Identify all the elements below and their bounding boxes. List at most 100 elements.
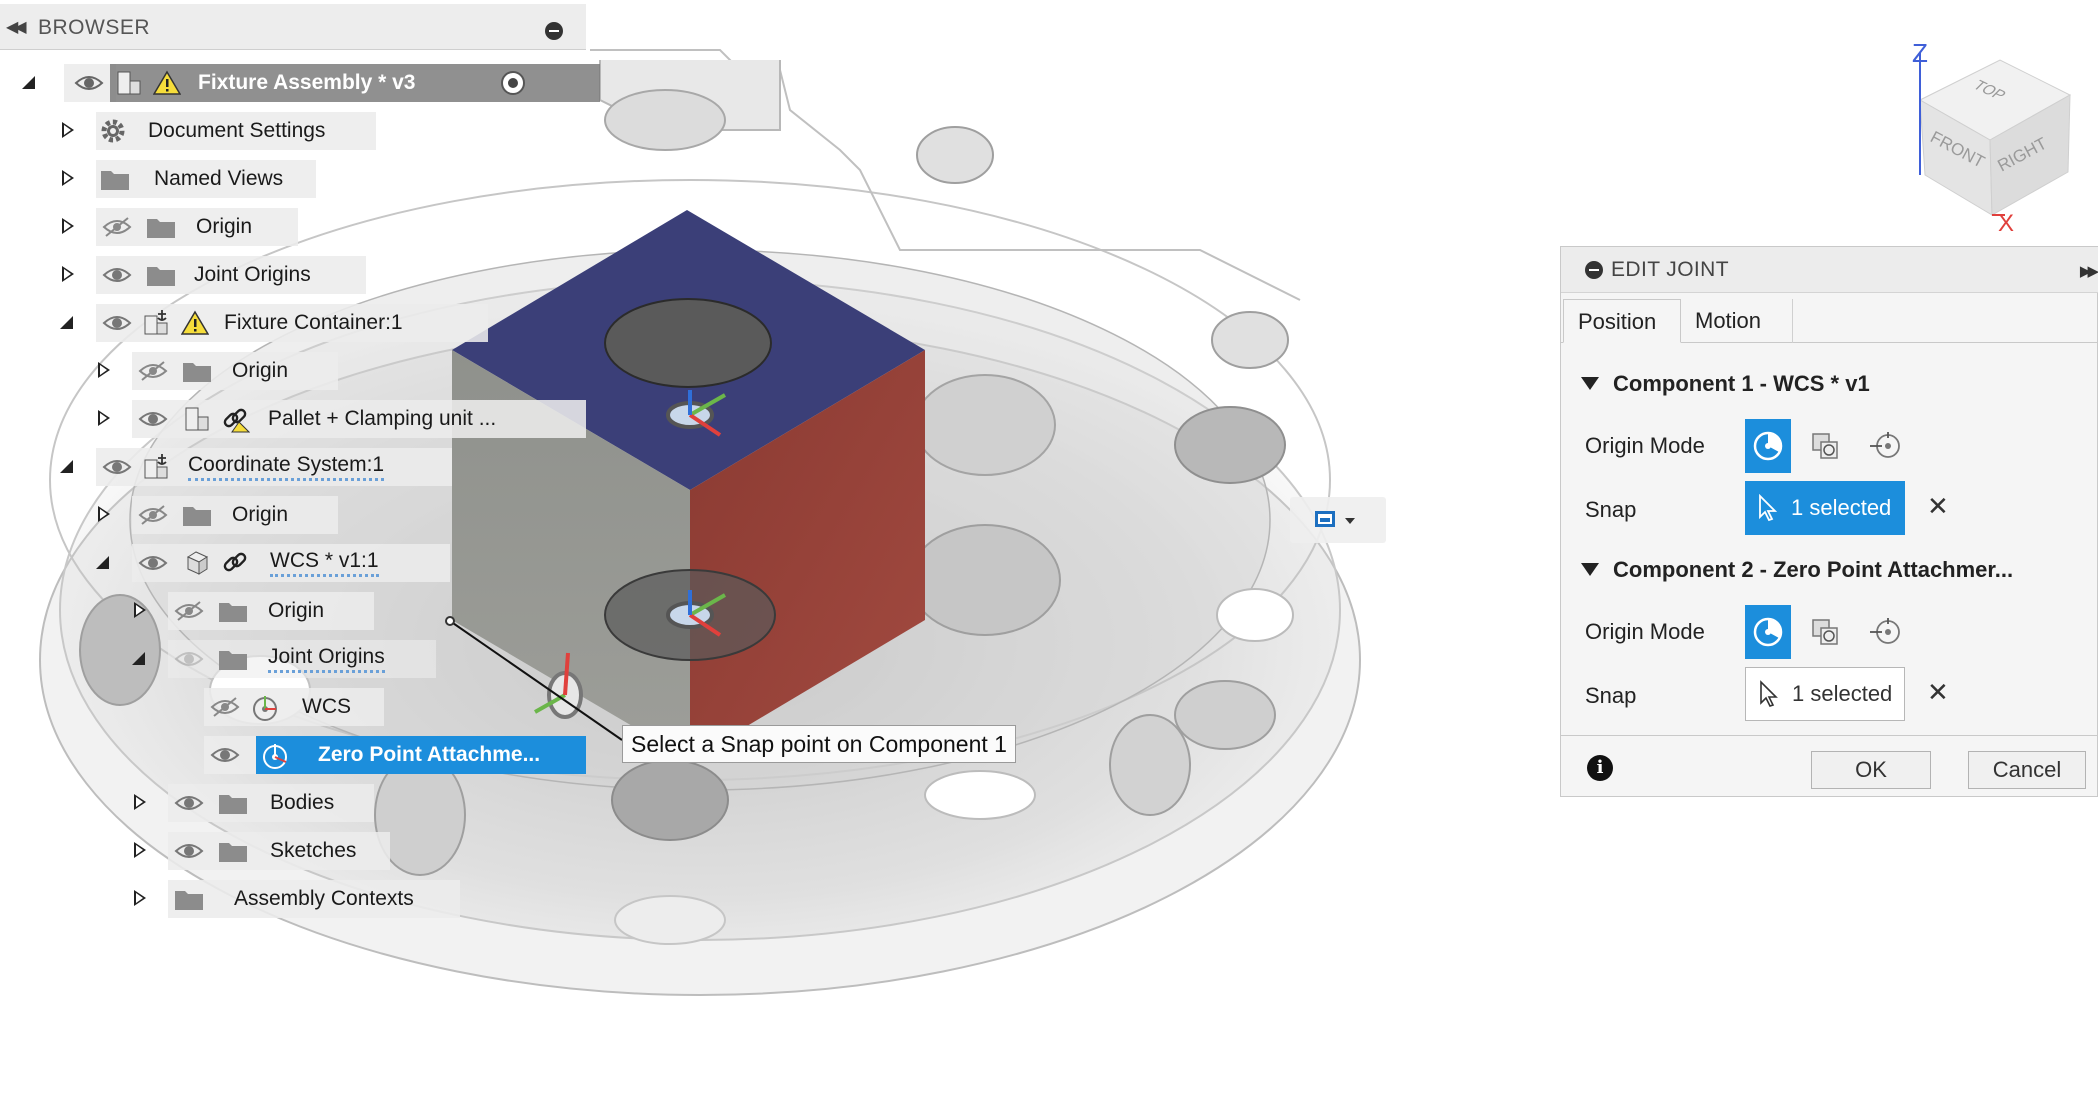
expand-toggle[interactable] (98, 506, 116, 524)
axis-x-label: X (1998, 210, 2015, 237)
tree-node-label-chip[interactable]: Document Settings (96, 112, 376, 150)
origin-mode-between-two-faces-button[interactable] (1804, 605, 1850, 659)
component2-section-header[interactable]: Component 2 - Zero Point Attachmer... (1581, 557, 2013, 583)
tree-node-label: Fixture Container:1 (224, 311, 403, 334)
expand-toggle[interactable] (134, 842, 152, 860)
component2-snap-selection[interactable]: 1 selected (1745, 667, 1905, 721)
edit-joint-dialog: EDIT JOINT ▶▶ Position Motion Component … (1560, 246, 2098, 797)
tree-node-label: Bodies (270, 791, 335, 814)
expand-toggle[interactable] (134, 794, 152, 812)
info-icon[interactable]: i (1587, 755, 1613, 781)
origin-mode-two-edge-button[interactable] (1863, 605, 1909, 659)
display-mode-toggle[interactable] (1290, 497, 1386, 543)
tree-node-label: Joint Origins (268, 645, 385, 673)
expand-toggle[interactable] (134, 602, 152, 620)
warning-icon (152, 68, 182, 98)
tree-node-label-chip[interactable]: Bodies (168, 784, 374, 822)
axis-z-label: Z (1912, 38, 1928, 68)
tree-node-label: Origin (232, 359, 289, 382)
expand-toggle[interactable] (96, 556, 114, 574)
tree-node-label-chip[interactable]: Joint Origins (96, 256, 366, 294)
tree-node-label-chip[interactable]: Origin (96, 208, 298, 246)
origin-mode-simple-button[interactable] (1745, 605, 1791, 659)
two-edge-intersection-icon (1870, 432, 1900, 458)
ok-button[interactable]: OK (1811, 751, 1931, 789)
cancel-button[interactable]: Cancel (1968, 751, 2086, 789)
tree-node-label-chip[interactable]: Assembly Contexts (168, 880, 460, 918)
view-cube[interactable]: Z X TOP FRONT RIGHT (1900, 38, 2090, 240)
tree-node-label-chip[interactable]: Origin (168, 592, 374, 630)
tree-node-label-chip[interactable]: Joint Origins (168, 640, 436, 678)
origin-mode-simple-button[interactable] (1745, 419, 1791, 473)
dialog-title: EDIT JOINT (1611, 258, 1729, 281)
tree-node-label: WCS (302, 695, 351, 718)
folder-icon (182, 356, 212, 386)
eye-icon (102, 452, 132, 482)
component1-section-header[interactable]: Component 1 - WCS * v1 (1581, 371, 1870, 397)
eye-slash-icon (138, 500, 168, 530)
pin-icon[interactable] (545, 22, 563, 40)
tree-node-label: Assembly Contexts (234, 887, 414, 910)
expand-toggle[interactable] (60, 460, 78, 478)
tree-node-label: Origin (196, 215, 253, 238)
expand-toggle[interactable] (22, 76, 40, 94)
component1-snap-selection[interactable]: 1 selected (1745, 481, 1905, 535)
clear-selection-icon[interactable]: ✕ (1927, 491, 1949, 522)
between-faces-icon (1812, 433, 1838, 459)
expand-toggle[interactable] (62, 122, 80, 140)
eye-slash-icon (138, 356, 168, 386)
two-edge-intersection-icon (1870, 618, 1900, 644)
tree-node-label-chip[interactable]: Origin (132, 352, 338, 390)
eye-icon (74, 68, 104, 98)
tree-node-label: Named Views (154, 167, 284, 190)
tree-node-label-chip[interactable]: WCS * v1:1 (132, 544, 450, 582)
expand-toggle[interactable] (62, 266, 80, 284)
expand-toggle[interactable] (62, 170, 80, 188)
origin-mode-label: Origin Mode (1585, 433, 1705, 458)
component-icon (182, 548, 212, 578)
tree-node-label-chip[interactable]: Coordinate System:1 (96, 448, 452, 486)
component2-heading: Component 2 - Zero Point Attachmer... (1613, 557, 2014, 582)
folder-icon (100, 164, 130, 194)
dialog-tabs: Position Motion (1561, 293, 2098, 343)
eye-icon (102, 308, 132, 338)
tree-node-label-chip[interactable]: Fixture Container:1 (96, 304, 488, 342)
expand-toggle[interactable] (98, 362, 116, 380)
tree-node-label: WCS * v1:1 (270, 549, 379, 577)
origin-mode-label: Origin Mode (1585, 619, 1705, 644)
browser-panel-header: ◀◀ BROWSER (0, 4, 586, 50)
clear-selection-icon[interactable]: ✕ (1927, 677, 1949, 708)
tree-node-label-chip[interactable]: Origin (132, 496, 338, 534)
tree-node-label-chip[interactable]: Pallet + Clamping unit ... (132, 400, 586, 438)
expand-dialog-icon[interactable]: ▶▶ (2080, 262, 2098, 280)
folder-icon (174, 884, 204, 914)
eye-icon (174, 788, 204, 818)
expand-toggle[interactable] (60, 316, 78, 334)
selected-label-highlight[interactable]: Zero Point Attachme... (256, 736, 586, 774)
visibility-toggle[interactable] (64, 64, 116, 102)
folder-icon (146, 260, 176, 290)
assembly-icon (114, 68, 144, 98)
collapse-browser-icon[interactable]: ◀◀ (6, 17, 27, 37)
expand-toggle[interactable] (134, 890, 152, 908)
expand-toggle[interactable] (132, 652, 150, 670)
link-icon (220, 548, 250, 578)
tab-motion[interactable]: Motion (1681, 299, 1793, 343)
origin-mode-two-edge-button[interactable] (1863, 419, 1909, 473)
warning-icon (180, 308, 210, 338)
eye-icon (210, 740, 240, 770)
dialog-pin-icon[interactable] (1585, 261, 1603, 279)
expand-toggle[interactable] (98, 410, 116, 428)
tree-node-label-chip[interactable]: Zero Point Attachme... (204, 736, 586, 774)
tab-position[interactable]: Position (1563, 299, 1681, 343)
activate-radio-icon[interactable] (498, 68, 528, 98)
tree-node-label: Document Settings (148, 119, 326, 142)
origin-mode-between-two-faces-button[interactable] (1804, 419, 1850, 473)
collapse-triangle-icon (1581, 562, 1599, 576)
expand-toggle[interactable] (62, 218, 80, 236)
eye-icon (102, 260, 132, 290)
tree-node-label-chip[interactable]: Sketches (168, 832, 390, 870)
tree-node-label-chip[interactable]: WCS (204, 688, 384, 726)
tree-node-label-chip[interactable]: Named Views (96, 160, 316, 198)
dialog-header[interactable]: EDIT JOINT ▶▶ (1561, 247, 2098, 293)
